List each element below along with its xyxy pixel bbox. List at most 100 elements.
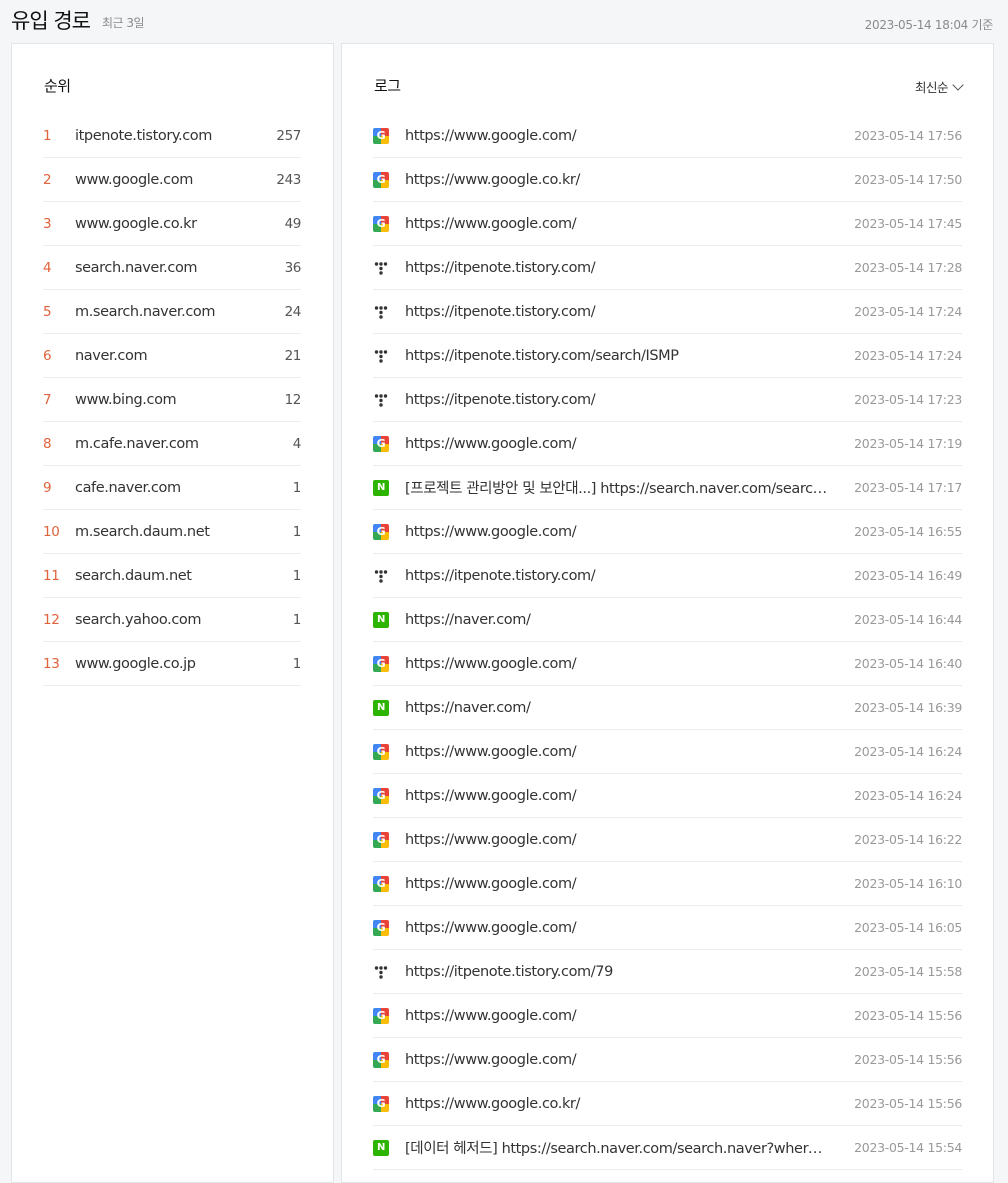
ranking-row[interactable]: 9 cafe.naver.com 1 xyxy=(43,466,301,510)
google-icon xyxy=(373,435,389,452)
rank-number: 2 xyxy=(43,171,52,188)
visit-count: 21 xyxy=(284,347,302,364)
log-row[interactable]: https://www.google.com/2023-05-14 17:56 xyxy=(373,114,962,158)
ranking-row[interactable]: 6 naver.com 21 xyxy=(43,334,301,378)
tistory-icon xyxy=(373,260,389,276)
referrer-url[interactable]: https://www.google.com/ xyxy=(405,920,854,936)
referrer-domain: www.google.com xyxy=(75,171,193,188)
log-row[interactable]: https://itpenote.tistory.com/2023-05-14 … xyxy=(373,290,962,334)
ranking-row[interactable]: 3 www.google.co.kr 49 xyxy=(43,202,301,246)
log-row[interactable]: https://naver.com/2023-05-14 16:39 xyxy=(373,686,962,730)
ranking-row[interactable]: 5 m.search.naver.com 24 xyxy=(43,290,301,334)
visit-count: 24 xyxy=(284,303,302,320)
log-row[interactable]: https://www.google.com/2023-05-14 16:55 xyxy=(373,510,962,554)
log-row[interactable]: https://www.google.com/2023-05-14 16:10 xyxy=(373,862,962,906)
referrer-url[interactable]: https://www.google.com/ xyxy=(405,832,854,848)
referrer-url[interactable]: https://www.google.com/ xyxy=(405,524,854,540)
referrer-domain: naver.com xyxy=(75,347,148,364)
log-row[interactable]: https://www.google.com/2023-05-14 16:05 xyxy=(373,906,962,950)
visit-count: 49 xyxy=(284,215,302,232)
visit-time: 2023-05-14 16:49 xyxy=(854,568,962,583)
log-row[interactable]: https://www.google.com/2023-05-14 16:40 xyxy=(373,642,962,686)
referrer-url[interactable]: https://www.google.com/ xyxy=(405,216,854,232)
visit-time: 2023-05-14 16:24 xyxy=(854,788,962,803)
referrer-url[interactable]: https://itpenote.tistory.com/ xyxy=(405,304,854,320)
rank-number: 5 xyxy=(43,303,52,320)
referrer-url[interactable]: https://www.google.co.kr/ xyxy=(405,172,854,188)
referrer-domain: www.bing.com xyxy=(75,391,177,408)
referrer-domain: cafe.naver.com xyxy=(75,479,181,496)
referrer-url[interactable]: https://www.google.com/ xyxy=(405,436,854,452)
log-row[interactable]: https://www.google.com/2023-05-14 15:56 xyxy=(373,994,962,1038)
ranking-row[interactable]: 12 search.yahoo.com 1 xyxy=(43,598,301,642)
rank-number: 10 xyxy=(43,523,60,540)
ranking-row[interactable]: 7 www.bing.com 12 xyxy=(43,378,301,422)
referrer-url[interactable]: https://www.google.co.kr/ xyxy=(405,1096,854,1112)
referrer-url[interactable]: [프로젝트 관리방안 및 보안대...] https://search.nave… xyxy=(405,477,854,498)
referrer-url[interactable]: https://itpenote.tistory.com/ xyxy=(405,260,854,276)
log-row[interactable]: https://www.google.com/2023-05-14 17:45 xyxy=(373,202,962,246)
referrer-url[interactable]: https://itpenote.tistory.com/ xyxy=(405,568,854,584)
log-row[interactable]: https://www.google.com/2023-05-14 17:19 xyxy=(373,422,962,466)
rank-number: 13 xyxy=(43,655,60,672)
log-row[interactable]: https://www.google.com/2023-05-14 16:22 xyxy=(373,818,962,862)
referrer-url[interactable]: https://naver.com/ xyxy=(405,700,854,716)
ranking-row[interactable]: 1 itpenote.tistory.com 257 xyxy=(43,114,301,158)
visit-time: 2023-05-14 17:17 xyxy=(854,480,962,495)
referrer-url[interactable]: https://www.google.com/ xyxy=(405,788,854,804)
log-row[interactable]: [데이터 헤저드] https://search.naver.com/searc… xyxy=(373,1126,962,1170)
referrer-url[interactable]: https://www.google.com/ xyxy=(405,128,854,144)
ranking-row[interactable]: 10 m.search.daum.net 1 xyxy=(43,510,301,554)
ranking-row[interactable]: 8 m.cafe.naver.com 4 xyxy=(43,422,301,466)
log-row[interactable]: https://www.google.com/2023-05-14 15:56 xyxy=(373,1038,962,1082)
visit-time: 2023-05-14 15:56 xyxy=(854,1008,962,1023)
rank-number: 7 xyxy=(43,391,52,408)
ranking-row[interactable]: 13 www.google.co.jp 1 xyxy=(43,642,301,686)
rank-number: 9 xyxy=(43,479,52,496)
referrer-url[interactable]: https://naver.com/ xyxy=(405,612,854,628)
visit-count: 257 xyxy=(276,127,301,144)
log-row[interactable]: https://www.google.com/2023-05-14 16:24 xyxy=(373,774,962,818)
visit-count: 1 xyxy=(292,523,302,540)
chevron-down-icon xyxy=(952,78,964,91)
log-row[interactable]: https://www.google.co.kr/2023-05-14 17:5… xyxy=(373,158,962,202)
referrer-url[interactable]: https://www.google.com/ xyxy=(405,1008,854,1024)
log-row[interactable]: https://itpenote.tistory.com/search/ISMP… xyxy=(373,334,962,378)
tistory-icon xyxy=(373,964,389,980)
referrer-domain: m.search.naver.com xyxy=(75,303,216,320)
referrer-domain: search.naver.com xyxy=(75,259,198,276)
google-icon xyxy=(373,523,389,540)
rank-number: 12 xyxy=(43,611,60,628)
referrer-url[interactable]: https://www.google.com/ xyxy=(405,656,854,672)
visit-count: 1 xyxy=(292,567,302,584)
log-row[interactable]: [프로젝트 관리방안 및 보안대...] https://search.nave… xyxy=(373,466,962,510)
sort-dropdown[interactable]: 최신순 xyxy=(914,77,964,96)
google-icon xyxy=(373,743,389,760)
ranking-row[interactable]: 2 www.google.com 243 xyxy=(43,158,301,202)
referrer-url[interactable]: https://www.google.com/ xyxy=(405,876,854,892)
log-row[interactable]: https://itpenote.tistory.com/2023-05-14 … xyxy=(373,554,962,598)
visit-count: 36 xyxy=(284,259,302,276)
ranking-row[interactable]: 11 search.daum.net 1 xyxy=(43,554,301,598)
referrer-url[interactable]: https://www.google.com/ xyxy=(405,744,854,760)
ranking-row[interactable]: 4 search.naver.com 36 xyxy=(43,246,301,290)
referrer-url[interactable]: https://itpenote.tistory.com/ xyxy=(405,392,854,408)
log-row[interactable]: https://www.google.com/2023-05-14 16:24 xyxy=(373,730,962,774)
ranking-heading: 순위 xyxy=(44,77,71,95)
referrer-url[interactable]: [데이터 헤저드] https://search.naver.com/searc… xyxy=(405,1137,854,1158)
visit-count: 12 xyxy=(284,391,302,408)
log-row[interactable]: https://itpenote.tistory.com/2023-05-14 … xyxy=(373,378,962,422)
log-row[interactable]: https://itpenote.tistory.com/2023-05-14 … xyxy=(373,246,962,290)
sort-label: 최신순 xyxy=(914,80,949,95)
referrer-url[interactable]: https://itpenote.tistory.com/79 xyxy=(405,964,854,980)
google-icon xyxy=(373,1095,389,1112)
visit-time: 2023-05-14 15:56 xyxy=(854,1052,962,1067)
visit-time: 2023-05-14 15:58 xyxy=(854,964,962,979)
visit-time: 2023-05-14 17:24 xyxy=(854,348,962,363)
log-row[interactable]: https://www.google.co.kr/2023-05-14 15:5… xyxy=(373,1082,962,1126)
referrer-url[interactable]: https://www.google.com/ xyxy=(405,1052,854,1068)
referrer-url[interactable]: https://itpenote.tistory.com/search/ISMP xyxy=(405,348,854,364)
log-row[interactable]: https://itpenote.tistory.com/79 2023-05-1… xyxy=(373,950,962,994)
visit-count: 1 xyxy=(292,479,302,496)
log-row[interactable]: https://naver.com/2023-05-14 16:44 xyxy=(373,598,962,642)
